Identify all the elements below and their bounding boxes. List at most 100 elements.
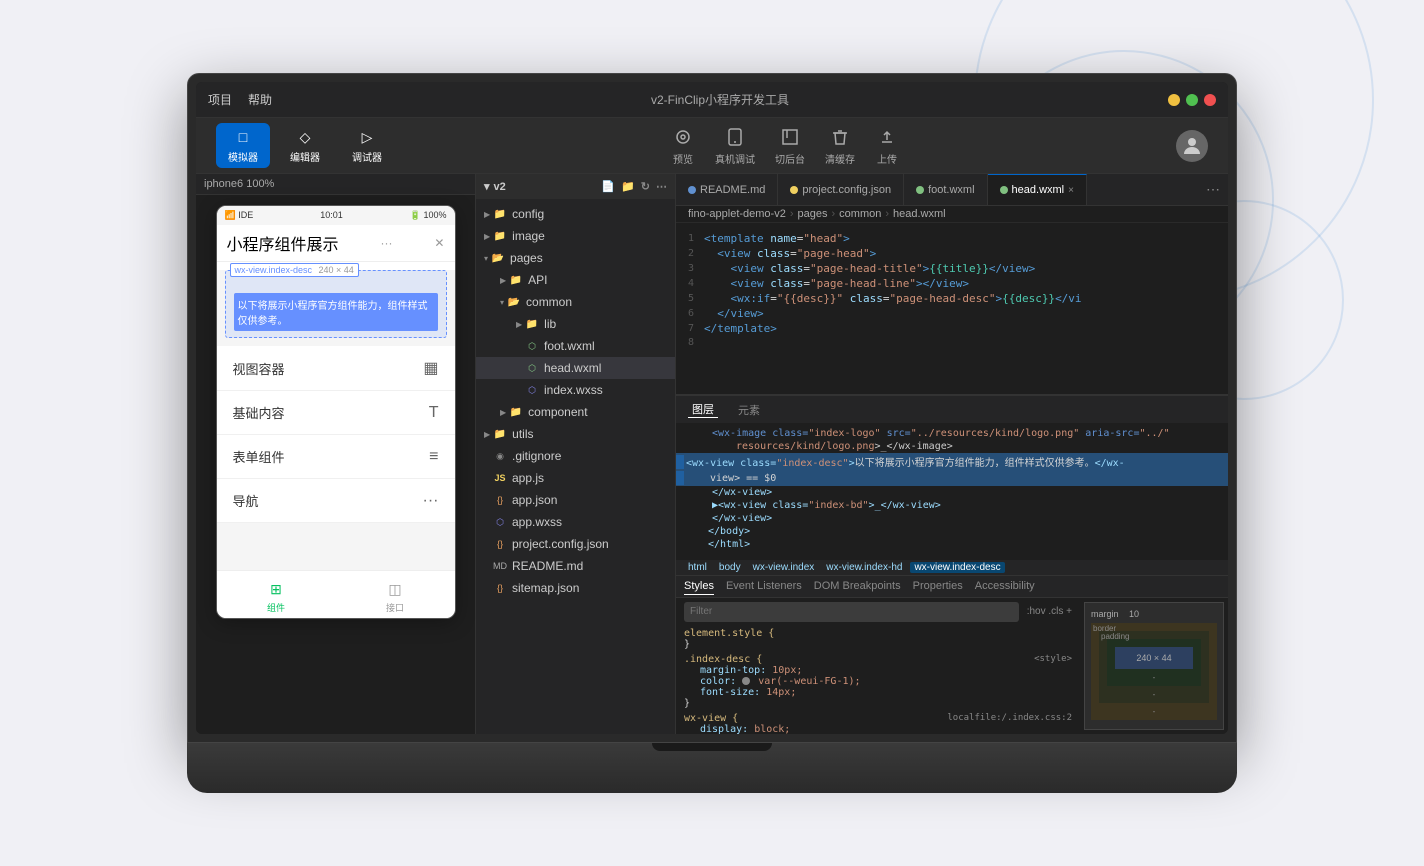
editor-button[interactable]: ◇ 编辑器 bbox=[278, 123, 332, 168]
properties-tab[interactable]: Properties bbox=[913, 578, 963, 595]
preview-tool[interactable]: 预览 bbox=[671, 125, 695, 166]
file-tree: ▶ 📁 config ▶ 📁 image bbox=[476, 199, 675, 734]
menu-item-1[interactable]: 基础内容 T bbox=[217, 391, 455, 435]
accessibility-tab[interactable]: Accessibility bbox=[975, 578, 1035, 595]
file-app-json[interactable]: {} app.json bbox=[476, 489, 675, 511]
menu-item-3[interactable]: 导航 ··· bbox=[217, 479, 455, 523]
panel-tab-elements[interactable]: 图层 bbox=[688, 401, 718, 418]
file-app-js[interactable]: JS app.js bbox=[476, 467, 675, 489]
new-file-icon[interactable]: 📄 bbox=[601, 180, 615, 193]
html-code-area[interactable]: <wx-image class="index-logo" src="../res… bbox=[676, 423, 1228, 560]
phone-more-icon[interactable]: ··· bbox=[380, 236, 392, 250]
simulate-button[interactable]: □ 模拟器 bbox=[216, 123, 270, 168]
chevron-icon: ▾ bbox=[484, 254, 488, 263]
more-tabs-icon[interactable]: ⋯ bbox=[1198, 181, 1228, 198]
file-name: pages bbox=[510, 251, 543, 265]
code-line-8: 8 bbox=[676, 336, 1228, 349]
file-lib[interactable]: ▶ 📁 lib bbox=[476, 313, 675, 335]
debug-button[interactable]: ▷ 调试器 bbox=[340, 123, 394, 168]
dom-breakpoints-tab[interactable]: DOM Breakpoints bbox=[814, 578, 901, 595]
maximize-button[interactable] bbox=[1186, 94, 1198, 106]
elem-html[interactable]: html bbox=[684, 562, 711, 573]
file-name: component bbox=[528, 405, 587, 419]
file-config[interactable]: ▶ 📁 config bbox=[476, 203, 675, 225]
cut-tool[interactable]: 切后台 bbox=[775, 125, 805, 166]
phone-app-title: 小程序组件展示 bbox=[227, 231, 339, 255]
nav-item-component[interactable]: ⊞ 组件 bbox=[217, 571, 336, 618]
menu-item-project[interactable]: 项目 bbox=[208, 91, 232, 108]
preview-icon bbox=[671, 125, 695, 149]
box-padding: 240 × 44 - bbox=[1107, 639, 1201, 686]
filter-pseudo[interactable]: :hov .cls + bbox=[1027, 606, 1072, 617]
breadcrumb-sep: › bbox=[790, 208, 794, 220]
file-name: image bbox=[512, 229, 545, 243]
file-name: API bbox=[528, 273, 547, 287]
wxss-icon: ⬡ bbox=[524, 382, 540, 398]
code-editor: README.md project.config.json foot.wxml bbox=[676, 174, 1228, 734]
clear-tool[interactable]: 清缓存 bbox=[825, 125, 855, 166]
file-pages[interactable]: ▾ 📂 pages bbox=[476, 247, 675, 269]
selected-indicator bbox=[676, 471, 684, 485]
file-project-config[interactable]: {} project.config.json bbox=[476, 533, 675, 555]
refresh-icon[interactable]: ↻ bbox=[641, 180, 650, 193]
tab-readme[interactable]: README.md bbox=[676, 174, 778, 205]
phone-status-bar: 📶 IDE 10:01 🔋 100% bbox=[217, 206, 455, 225]
code-area[interactable]: 1 <template name="head"> 2 <view class="… bbox=[676, 223, 1228, 394]
user-avatar[interactable] bbox=[1176, 130, 1208, 162]
elem-wx-view-index-desc[interactable]: wx-view.index-desc bbox=[910, 562, 1004, 573]
collapse-icon[interactable]: ⋯ bbox=[656, 180, 667, 193]
real-device-tool[interactable]: 真机调试 bbox=[715, 125, 755, 166]
elem-body[interactable]: body bbox=[715, 562, 745, 573]
styles-tab[interactable]: Styles bbox=[684, 578, 714, 595]
file-common[interactable]: ▾ 📂 common bbox=[476, 291, 675, 313]
nav-item-api[interactable]: ◫ 接口 bbox=[336, 571, 455, 618]
file-utils[interactable]: ▶ 📁 utils bbox=[476, 423, 675, 445]
debug-icon: ▷ bbox=[357, 127, 377, 147]
file-sitemap[interactable]: {} sitemap.json bbox=[476, 577, 675, 599]
border-label: padding bbox=[1101, 632, 1129, 641]
editor-label: 编辑器 bbox=[290, 149, 320, 164]
preview-label: 预览 bbox=[673, 151, 693, 166]
file-name: project.config.json bbox=[512, 537, 609, 551]
event-listeners-tab[interactable]: Event Listeners bbox=[726, 578, 802, 595]
phone-close-icon[interactable]: ✕ bbox=[434, 236, 444, 250]
new-folder-icon[interactable]: 📁 bbox=[621, 180, 635, 193]
folder-icon: 📂 bbox=[506, 294, 522, 310]
upload-tool[interactable]: 上传 bbox=[875, 125, 899, 166]
css-selector: element.style { bbox=[684, 628, 1072, 639]
panel-tab-console[interactable]: 元素 bbox=[734, 402, 764, 418]
file-head-wxml[interactable]: ⬡ head.wxml bbox=[476, 357, 675, 379]
file-readme[interactable]: MD README.md bbox=[476, 555, 675, 577]
menu-item-0[interactable]: 视图容器 ▦ bbox=[217, 346, 455, 391]
folder-icon: 📁 bbox=[508, 272, 524, 288]
tab-foot-wxml[interactable]: foot.wxml bbox=[904, 174, 987, 205]
minimize-button[interactable] bbox=[1168, 94, 1180, 106]
tab-project-config[interactable]: project.config.json bbox=[778, 174, 904, 205]
file-image[interactable]: ▶ 📁 image bbox=[476, 225, 675, 247]
file-component[interactable]: ▶ 📁 component bbox=[476, 401, 675, 423]
file-foot-wxml[interactable]: ⬡ foot.wxml bbox=[476, 335, 675, 357]
device-info: iphone6 100% bbox=[196, 174, 475, 195]
js-icon: JS bbox=[492, 470, 508, 486]
filter-input[interactable] bbox=[684, 602, 1019, 622]
elem-wx-view-index[interactable]: wx-view.index bbox=[749, 562, 819, 573]
file-index-wxss[interactable]: ⬡ index.wxss bbox=[476, 379, 675, 401]
line-number: 2 bbox=[676, 248, 704, 259]
file-api[interactable]: ▶ 📁 API bbox=[476, 269, 675, 291]
styles-tabs: Styles Event Listeners DOM Breakpoints P… bbox=[676, 576, 1228, 598]
menu-label-3: 导航 bbox=[233, 491, 259, 510]
menu-item-2[interactable]: 表单组件 ≡ bbox=[217, 435, 455, 479]
code-line-1: 1 <template name="head"> bbox=[676, 231, 1228, 246]
element-label: wx-view.index-desc 240 × 44 bbox=[230, 263, 359, 277]
simulate-label: 模拟器 bbox=[228, 149, 258, 164]
tab-close-icon[interactable]: × bbox=[1068, 185, 1074, 196]
close-button[interactable] bbox=[1204, 94, 1216, 106]
menu-item-help[interactable]: 帮助 bbox=[248, 91, 272, 108]
elem-wx-view-index-hd[interactable]: wx-view.index-hd bbox=[822, 562, 906, 573]
file-name: app.wxss bbox=[512, 515, 562, 529]
styles-area: :hov .cls + element.style { } bbox=[676, 598, 1228, 735]
file-app-wxss[interactable]: ⬡ app.wxss bbox=[476, 511, 675, 533]
file-gitignore[interactable]: ◉ .gitignore bbox=[476, 445, 675, 467]
tab-head-wxml[interactable]: head.wxml × bbox=[988, 174, 1087, 205]
box-model: margin 10 border padding bbox=[1084, 602, 1224, 731]
